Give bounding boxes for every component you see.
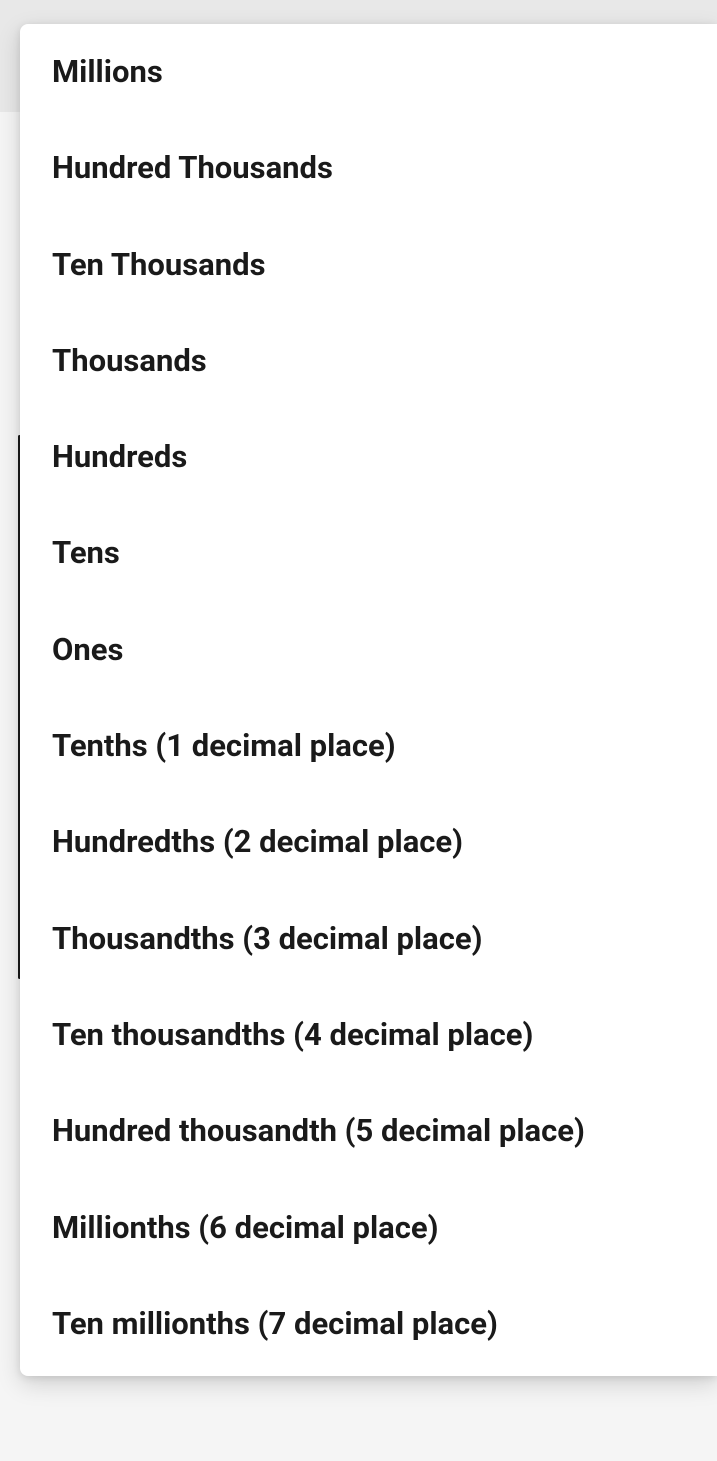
option-ten-millionths[interactable]: Ten millionths (7 decimal place) bbox=[20, 1276, 717, 1372]
option-ones[interactable]: Ones bbox=[20, 602, 717, 698]
rounding-dropdown-panel[interactable]: Millions Hundred Thousands Ten Thousands… bbox=[20, 24, 717, 1376]
option-ten-thousands[interactable]: Ten Thousands bbox=[20, 217, 717, 313]
option-hundred-thousandths[interactable]: Hundred thousandth (5 decimal place) bbox=[20, 1083, 717, 1179]
option-hundredths[interactable]: Hundredths (2 decimal place) bbox=[20, 794, 717, 890]
option-millions[interactable]: Millions bbox=[20, 24, 717, 120]
option-thousands[interactable]: Thousands bbox=[20, 313, 717, 409]
option-millionths[interactable]: Millionths (6 decimal place) bbox=[20, 1180, 717, 1276]
option-tenths[interactable]: Tenths (1 decimal place) bbox=[20, 698, 717, 794]
option-tens[interactable]: Tens bbox=[20, 505, 717, 601]
option-hundreds[interactable]: Hundreds bbox=[20, 409, 717, 505]
option-thousandths[interactable]: Thousandths (3 decimal place) bbox=[20, 891, 717, 987]
option-hundred-thousands[interactable]: Hundred Thousands bbox=[20, 120, 717, 216]
option-ten-thousandths[interactable]: Ten thousandths (4 decimal place) bbox=[20, 987, 717, 1083]
